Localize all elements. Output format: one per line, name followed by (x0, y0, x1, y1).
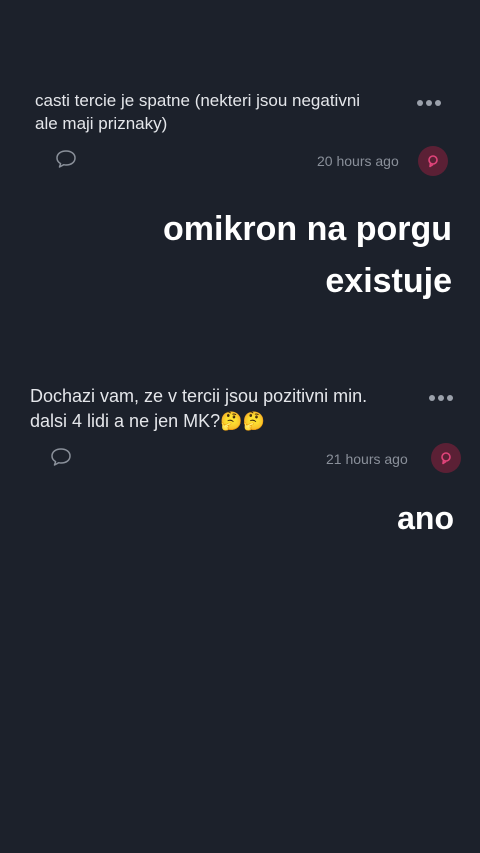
post-text-line-2: ale maji priznaky) (35, 114, 168, 133)
post-text-line-2: dalsi 4 lidi a ne jen MK?🤔🤔 (30, 411, 265, 431)
post-text: Dochazi vam, ze v tercii jsou pozitivni … (30, 384, 367, 434)
more-options-icon[interactable] (429, 395, 453, 401)
reply-text-1: omikron na porgu existuje (163, 203, 452, 307)
reply-text-2: ano (397, 500, 454, 536)
post-timestamp: 20 hours ago (317, 153, 399, 169)
avatar-icon (441, 452, 451, 465)
avatar[interactable] (418, 146, 448, 176)
reply-line-2: existuje (325, 262, 452, 300)
avatar[interactable] (431, 443, 461, 473)
avatar-icon (428, 155, 438, 168)
post-text: casti tercie je spatne (nekteri jsou neg… (35, 89, 360, 135)
comment-icon[interactable] (55, 149, 77, 169)
more-options-icon[interactable] (417, 100, 441, 106)
post-text-line-1: Dochazi vam, ze v tercii jsou pozitivni … (30, 386, 368, 406)
post-timestamp: 21 hours ago (326, 451, 408, 467)
comment-icon[interactable] (50, 447, 72, 467)
post-text-line-1: casti tercie je spatne (nekteri jsou neg… (35, 91, 361, 110)
reply-line-1: omikron na porgu (163, 210, 452, 248)
